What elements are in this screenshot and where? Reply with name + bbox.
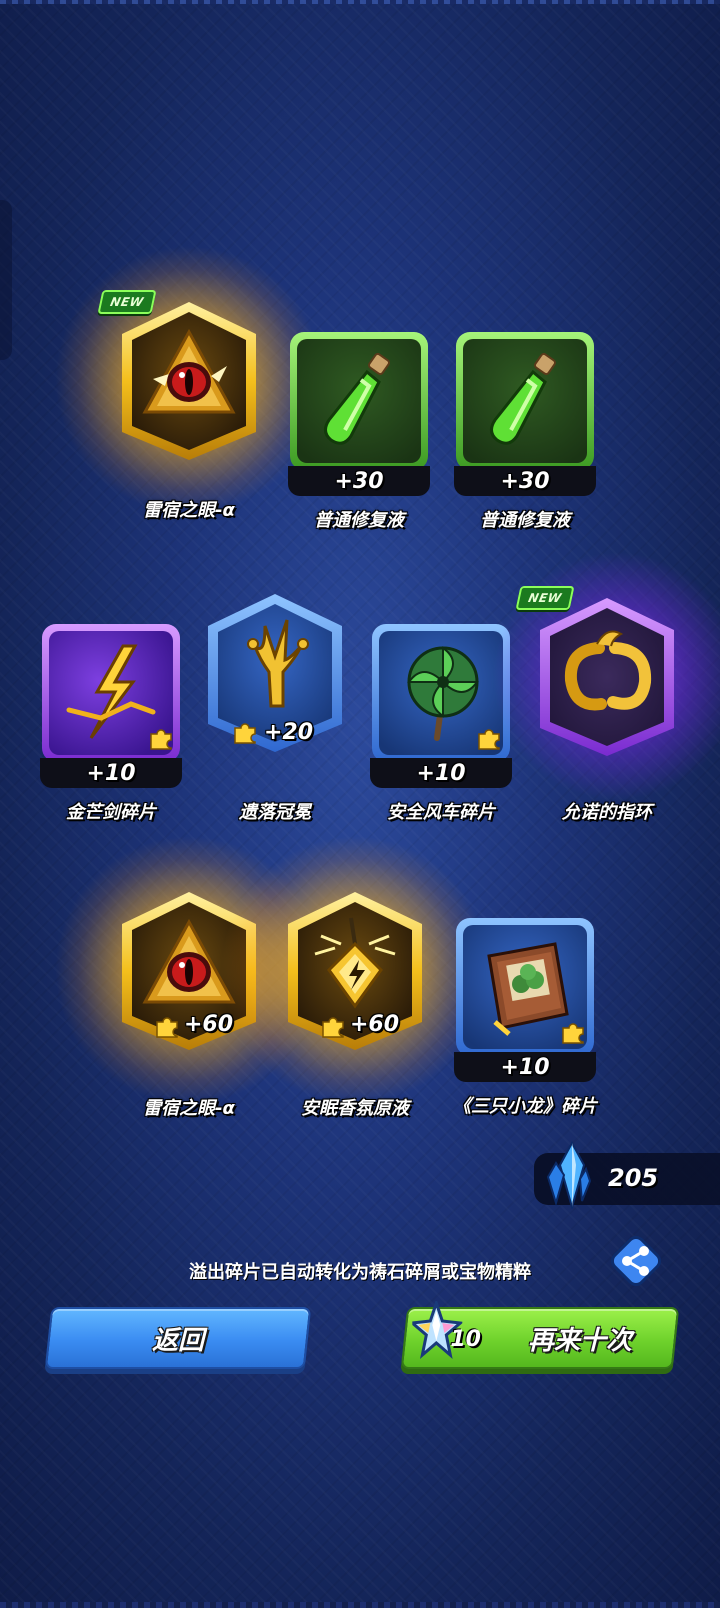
green-card	[288, 330, 430, 472]
draw-cost: 10	[408, 1298, 482, 1369]
fragment-puzzle-icon	[232, 720, 258, 746]
item-name: 普通修复液	[314, 510, 404, 531]
item-name: 雷宿之眼-α	[143, 1098, 235, 1119]
item-name: 允诺的指环	[562, 802, 652, 823]
golden-crown-icon	[247, 619, 309, 708]
fragment-puzzle-icon	[320, 1014, 346, 1040]
item-count: +60	[184, 1012, 234, 1037]
item-count: +10	[86, 760, 136, 786]
green-potion-icon	[490, 353, 556, 445]
gold-hex-card: +60	[118, 890, 260, 1050]
item-count: +30	[500, 468, 550, 494]
fragment-puzzle-icon	[476, 726, 502, 752]
draw-ten-again-label: 再来十次	[527, 1325, 632, 1356]
perfume-vial-icon	[314, 917, 396, 1009]
blue-crystal-icon	[546, 1141, 592, 1209]
fragment-puzzle-icon	[154, 1014, 180, 1040]
item-name: 安全风车碎片	[387, 802, 495, 823]
purple-hex-card	[536, 596, 678, 756]
count-bar: +30	[454, 466, 596, 496]
count-bar: +10	[454, 1052, 596, 1082]
blue-card	[370, 622, 512, 764]
golden-ring-icon	[564, 630, 652, 711]
green-card	[454, 330, 596, 472]
top-border	[0, 0, 720, 4]
gold-hex-card: +60	[284, 890, 426, 1050]
gold-hex-card	[118, 300, 260, 460]
blue-hex-card: +20	[204, 592, 346, 752]
draw-ten-again-button[interactable]: 10 再来十次	[400, 1298, 680, 1369]
new-badge: NEW	[97, 290, 157, 314]
green-potion-icon	[324, 353, 390, 445]
blue-card	[454, 916, 596, 1058]
item-name: 安眠香氛原液	[301, 1098, 409, 1119]
item-name: 普通修复液	[480, 510, 570, 531]
purple-card	[40, 622, 182, 764]
fragment-puzzle-icon	[148, 726, 174, 752]
red-eye-triangle-icon	[142, 918, 236, 1004]
back-button[interactable]: 返回	[44, 1307, 312, 1369]
count-bar: +10	[370, 758, 512, 788]
bottom-border	[0, 1602, 720, 1608]
share-icon[interactable]	[605, 1230, 667, 1292]
count-bar: +10	[40, 758, 182, 788]
count-bar: +30	[288, 466, 430, 496]
draw-cost-amount: 10	[450, 1327, 481, 1352]
currency-display: 205	[534, 1141, 720, 1209]
item-count: +10	[416, 760, 466, 786]
currency-amount: 205	[608, 1164, 659, 1192]
red-eye-triangle-icon	[142, 328, 236, 414]
item-name: 《三只小龙》碎片	[453, 1096, 597, 1117]
lightning-sword-icon	[66, 644, 156, 739]
fragment-puzzle-icon	[560, 1020, 586, 1046]
new-badge: NEW	[515, 586, 575, 610]
item-count: +10	[500, 1054, 550, 1080]
back-button-label: 返回	[151, 1325, 204, 1356]
item-count: +20	[264, 720, 314, 745]
left-edge-tab	[0, 200, 12, 360]
item-name: 遗落冠冕	[239, 802, 311, 823]
item-name: 金芒剑碎片	[66, 802, 156, 823]
item-count: +30	[334, 468, 384, 494]
item-count: +60	[350, 1012, 400, 1037]
overflow-notice: 溢出碎片已自动转化为祷石碎屑或宝物精粹	[189, 1262, 531, 1283]
item-name: 雷宿之眼-α	[143, 500, 235, 521]
